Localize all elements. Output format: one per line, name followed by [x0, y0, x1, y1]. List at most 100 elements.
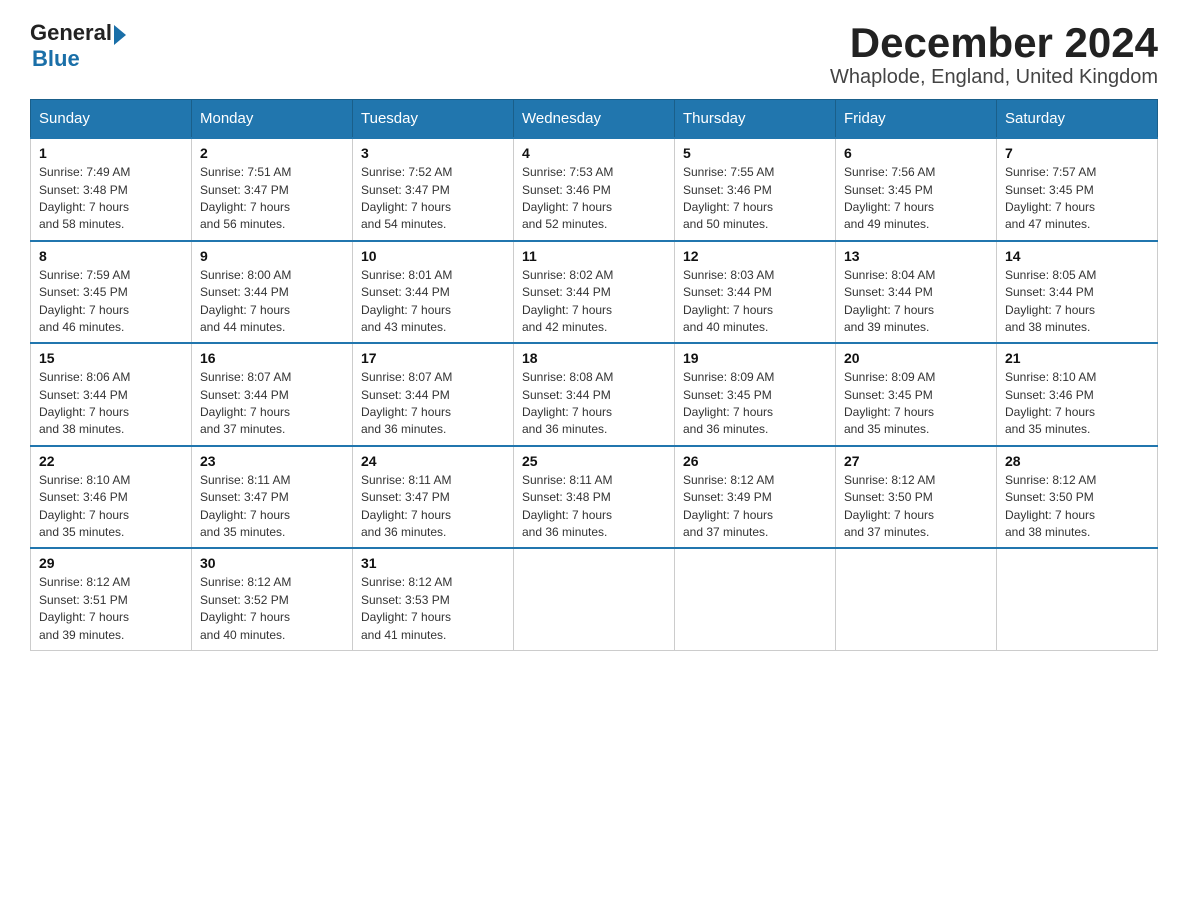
day-number: 25: [522, 453, 666, 469]
day-info: Sunrise: 8:11 AMSunset: 3:47 PMDaylight:…: [361, 473, 452, 539]
day-number: 7: [1005, 145, 1149, 161]
day-number: 21: [1005, 350, 1149, 366]
calendar-cell: 25 Sunrise: 8:11 AMSunset: 3:48 PMDaylig…: [514, 446, 675, 549]
column-header-saturday: Saturday: [997, 100, 1158, 139]
calendar-week-2: 8 Sunrise: 7:59 AMSunset: 3:45 PMDayligh…: [31, 241, 1158, 344]
day-number: 27: [844, 453, 988, 469]
logo-general: General: [30, 20, 112, 46]
calendar-week-4: 22 Sunrise: 8:10 AMSunset: 3:46 PMDaylig…: [31, 446, 1158, 549]
calendar-cell: 21 Sunrise: 8:10 AMSunset: 3:46 PMDaylig…: [997, 343, 1158, 446]
day-number: 5: [683, 145, 827, 161]
day-info: Sunrise: 8:10 AMSunset: 3:46 PMDaylight:…: [39, 473, 130, 539]
day-info: Sunrise: 8:03 AMSunset: 3:44 PMDaylight:…: [683, 268, 774, 334]
calendar-table: SundayMondayTuesdayWednesdayThursdayFrid…: [30, 99, 1158, 651]
day-number: 14: [1005, 248, 1149, 264]
logo-blue: Blue: [32, 46, 80, 72]
calendar-cell: 10 Sunrise: 8:01 AMSunset: 3:44 PMDaylig…: [353, 241, 514, 344]
day-info: Sunrise: 8:09 AMSunset: 3:45 PMDaylight:…: [844, 370, 935, 436]
calendar-cell: 29 Sunrise: 8:12 AMSunset: 3:51 PMDaylig…: [31, 548, 192, 650]
day-number: 12: [683, 248, 827, 264]
calendar-cell: 3 Sunrise: 7:52 AMSunset: 3:47 PMDayligh…: [353, 138, 514, 241]
day-number: 10: [361, 248, 505, 264]
calendar-cell: 8 Sunrise: 7:59 AMSunset: 3:45 PMDayligh…: [31, 241, 192, 344]
column-header-monday: Monday: [192, 100, 353, 139]
day-number: 17: [361, 350, 505, 366]
column-header-tuesday: Tuesday: [353, 100, 514, 139]
day-info: Sunrise: 8:09 AMSunset: 3:45 PMDaylight:…: [683, 370, 774, 436]
day-number: 13: [844, 248, 988, 264]
day-number: 4: [522, 145, 666, 161]
calendar-cell: 16 Sunrise: 8:07 AMSunset: 3:44 PMDaylig…: [192, 343, 353, 446]
calendar-cell: 2 Sunrise: 7:51 AMSunset: 3:47 PMDayligh…: [192, 138, 353, 241]
day-info: Sunrise: 7:56 AMSunset: 3:45 PMDaylight:…: [844, 165, 935, 231]
calendar-cell: 27 Sunrise: 8:12 AMSunset: 3:50 PMDaylig…: [836, 446, 997, 549]
day-number: 2: [200, 145, 344, 161]
day-info: Sunrise: 8:10 AMSunset: 3:46 PMDaylight:…: [1005, 370, 1096, 436]
day-info: Sunrise: 8:04 AMSunset: 3:44 PMDaylight:…: [844, 268, 935, 334]
day-info: Sunrise: 8:12 AMSunset: 3:50 PMDaylight:…: [844, 473, 935, 539]
logo: General Blue: [30, 20, 126, 72]
calendar-week-3: 15 Sunrise: 8:06 AMSunset: 3:44 PMDaylig…: [31, 343, 1158, 446]
calendar-cell: 13 Sunrise: 8:04 AMSunset: 3:44 PMDaylig…: [836, 241, 997, 344]
day-number: 26: [683, 453, 827, 469]
day-info: Sunrise: 8:06 AMSunset: 3:44 PMDaylight:…: [39, 370, 130, 436]
calendar-cell: 22 Sunrise: 8:10 AMSunset: 3:46 PMDaylig…: [31, 446, 192, 549]
day-number: 29: [39, 555, 183, 571]
day-number: 31: [361, 555, 505, 571]
page-header: General Blue December 2024 Whaplode, Eng…: [30, 20, 1158, 89]
calendar-cell: 4 Sunrise: 7:53 AMSunset: 3:46 PMDayligh…: [514, 138, 675, 241]
day-info: Sunrise: 8:07 AMSunset: 3:44 PMDaylight:…: [200, 370, 291, 436]
title-block: December 2024 Whaplode, England, United …: [830, 20, 1158, 89]
calendar-cell: 26 Sunrise: 8:12 AMSunset: 3:49 PMDaylig…: [675, 446, 836, 549]
day-number: 23: [200, 453, 344, 469]
day-number: 1: [39, 145, 183, 161]
day-number: 11: [522, 248, 666, 264]
page-title: December 2024: [830, 20, 1158, 66]
day-number: 20: [844, 350, 988, 366]
day-info: Sunrise: 7:53 AMSunset: 3:46 PMDaylight:…: [522, 165, 613, 231]
day-info: Sunrise: 8:11 AMSunset: 3:47 PMDaylight:…: [200, 473, 291, 539]
day-info: Sunrise: 7:55 AMSunset: 3:46 PMDaylight:…: [683, 165, 774, 231]
calendar-week-5: 29 Sunrise: 8:12 AMSunset: 3:51 PMDaylig…: [31, 548, 1158, 650]
logo-arrow-icon: [114, 25, 126, 45]
day-info: Sunrise: 8:12 AMSunset: 3:53 PMDaylight:…: [361, 575, 452, 641]
calendar-cell: [997, 548, 1158, 650]
day-info: Sunrise: 8:11 AMSunset: 3:48 PMDaylight:…: [522, 473, 613, 539]
day-info: Sunrise: 8:01 AMSunset: 3:44 PMDaylight:…: [361, 268, 452, 334]
day-number: 3: [361, 145, 505, 161]
day-info: Sunrise: 8:12 AMSunset: 3:50 PMDaylight:…: [1005, 473, 1096, 539]
calendar-cell: 11 Sunrise: 8:02 AMSunset: 3:44 PMDaylig…: [514, 241, 675, 344]
day-number: 9: [200, 248, 344, 264]
calendar-cell: 20 Sunrise: 8:09 AMSunset: 3:45 PMDaylig…: [836, 343, 997, 446]
day-number: 24: [361, 453, 505, 469]
day-number: 8: [39, 248, 183, 264]
day-info: Sunrise: 8:05 AMSunset: 3:44 PMDaylight:…: [1005, 268, 1096, 334]
day-info: Sunrise: 8:07 AMSunset: 3:44 PMDaylight:…: [361, 370, 452, 436]
calendar-week-1: 1 Sunrise: 7:49 AMSunset: 3:48 PMDayligh…: [31, 138, 1158, 241]
day-number: 16: [200, 350, 344, 366]
calendar-cell: 1 Sunrise: 7:49 AMSunset: 3:48 PMDayligh…: [31, 138, 192, 241]
column-header-friday: Friday: [836, 100, 997, 139]
calendar-cell: 5 Sunrise: 7:55 AMSunset: 3:46 PMDayligh…: [675, 138, 836, 241]
calendar-cell: 6 Sunrise: 7:56 AMSunset: 3:45 PMDayligh…: [836, 138, 997, 241]
day-info: Sunrise: 7:57 AMSunset: 3:45 PMDaylight:…: [1005, 165, 1096, 231]
day-number: 6: [844, 145, 988, 161]
day-number: 15: [39, 350, 183, 366]
calendar-cell: [675, 548, 836, 650]
day-info: Sunrise: 8:12 AMSunset: 3:49 PMDaylight:…: [683, 473, 774, 539]
day-info: Sunrise: 8:12 AMSunset: 3:52 PMDaylight:…: [200, 575, 291, 641]
day-number: 19: [683, 350, 827, 366]
calendar-cell: 18 Sunrise: 8:08 AMSunset: 3:44 PMDaylig…: [514, 343, 675, 446]
calendar-cell: [836, 548, 997, 650]
page-subtitle: Whaplode, England, United Kingdom: [830, 66, 1158, 89]
calendar-cell: 12 Sunrise: 8:03 AMSunset: 3:44 PMDaylig…: [675, 241, 836, 344]
day-info: Sunrise: 7:59 AMSunset: 3:45 PMDaylight:…: [39, 268, 130, 334]
day-number: 28: [1005, 453, 1149, 469]
calendar-cell: [514, 548, 675, 650]
day-info: Sunrise: 8:08 AMSunset: 3:44 PMDaylight:…: [522, 370, 613, 436]
day-info: Sunrise: 7:51 AMSunset: 3:47 PMDaylight:…: [200, 165, 291, 231]
calendar-header-row: SundayMondayTuesdayWednesdayThursdayFrid…: [31, 100, 1158, 139]
calendar-cell: 24 Sunrise: 8:11 AMSunset: 3:47 PMDaylig…: [353, 446, 514, 549]
calendar-cell: 19 Sunrise: 8:09 AMSunset: 3:45 PMDaylig…: [675, 343, 836, 446]
column-header-sunday: Sunday: [31, 100, 192, 139]
